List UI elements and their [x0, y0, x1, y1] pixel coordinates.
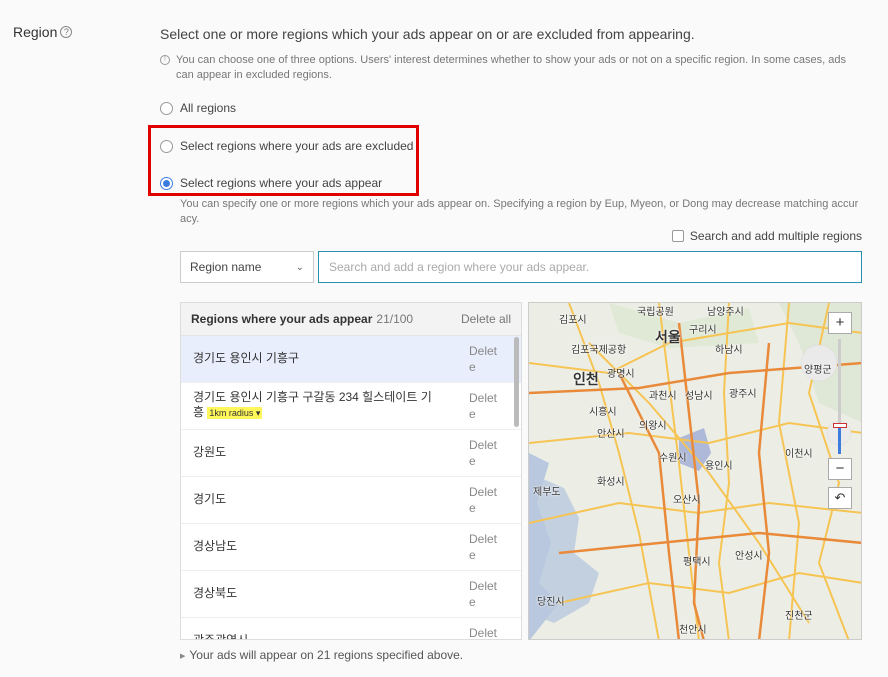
delete-button[interactable]: Delete [469, 336, 499, 382]
footer-text: Your ads will appear on 21 regions speci… [189, 648, 464, 662]
region-name: 경기도 [193, 492, 227, 506]
region-row[interactable]: 강원도 Delete [181, 430, 521, 477]
list-title: Regions where your ads appear 21/100 [191, 312, 414, 326]
chevron-down-icon: ⌄ [295, 261, 304, 273]
delete-button[interactable]: Delete [469, 524, 499, 570]
footer-note: ▶ Your ads will appear on 21 regions spec… [180, 648, 463, 662]
radius-dropdown[interactable]: 1km radius ▾ [207, 407, 263, 419]
list-scrollbar[interactable] [514, 337, 519, 427]
appear-info-text: You can specify one or more regions whic… [180, 198, 859, 225]
map-label: 오산시 [673, 495, 701, 506]
region-name: 경기도 용인시 기흥구 구갈동 234 힐스테이트 기흥 1km radius … [193, 390, 432, 419]
region-label-text: Region [13, 24, 58, 40]
region-info: ! You can choose one of three options. U… [160, 53, 860, 83]
delete-button[interactable]: Delete [469, 477, 499, 523]
region-field-label: Region ? [13, 24, 73, 40]
map-label-seoul: 서울 [655, 329, 681, 345]
region-row[interactable]: 경기도 용인시 기흥구 구갈동 234 힐스테이트 기흥 1km radius … [181, 383, 521, 430]
delete-all-button[interactable]: Delete all [461, 312, 511, 326]
select-value: Region name [190, 260, 262, 274]
map-label: 구리시 [689, 325, 717, 336]
map-label: 광주시 [729, 389, 757, 400]
map-label: 화성시 [597, 477, 625, 488]
map-label: 김포시 [559, 315, 587, 326]
map-label: 김포국제공항 [571, 345, 627, 356]
list-count: 21/100 [376, 312, 414, 326]
delete-button[interactable]: Delete [469, 430, 499, 476]
region-headline: Select one or more regions which your ad… [160, 26, 695, 42]
map-label: 천안시 [679, 625, 707, 636]
map-label: 남양주시 [707, 307, 744, 318]
map-label: 시흥시 [589, 407, 617, 418]
map-label: 성남시 [685, 391, 713, 402]
region-row[interactable]: 경기도 용인시 기흥구 Delete [181, 336, 521, 383]
map-label-incheon: 인천 [573, 371, 599, 387]
map-label: 용인시 [705, 461, 733, 472]
map-label: 당진시 [537, 597, 565, 608]
map-label: 수원시 [659, 453, 687, 464]
delete-button[interactable]: Delete [469, 571, 499, 617]
checkbox-icon[interactable] [671, 230, 684, 242]
region-name: 강원도 [193, 445, 227, 459]
region-map[interactable]: 국립공원 김포시 남양주시 서울 구리시 김포국제공항 하남시 양평군 인천 광… [528, 302, 862, 640]
radio-all-regions[interactable]: All regions [160, 101, 236, 115]
region-name: 경상남도 [193, 539, 238, 553]
map-label: 제부도 [533, 487, 561, 498]
map-label: 평택시 [683, 557, 711, 568]
region-search-input[interactable] [318, 251, 862, 283]
region-name: 광주광역시 [193, 633, 249, 640]
delete-button[interactable]: Delete [469, 618, 499, 639]
map-label: 안산시 [597, 429, 625, 440]
region-type-select[interactable]: Region name ⌄ [180, 251, 314, 283]
map-label: 진천군 [785, 611, 813, 622]
map-zoom-control: + − [828, 312, 852, 482]
region-row[interactable]: 경상남도 Delete [181, 524, 521, 571]
region-name: 경상북도 [193, 586, 238, 600]
region-row[interactable]: 경기도 Delete [181, 477, 521, 524]
map-label: 광명시 [607, 369, 635, 380]
region-row[interactable]: 광주광역시 Delete [181, 618, 521, 640]
multi-region-checkbox[interactable]: Search and add multiple regions [671, 229, 862, 243]
selected-regions-list: Regions where your ads appear 21/100 Dele… [180, 302, 522, 640]
zoom-slider-handle[interactable] [833, 423, 847, 428]
highlight-annotation-box [148, 125, 419, 196]
map-label: 안성시 [735, 551, 763, 562]
radio-circle-icon[interactable] [160, 101, 173, 115]
map-label: 국립공원 [637, 307, 674, 318]
region-name: 경기도 용인시 기흥구 [193, 351, 300, 365]
zoom-out-button[interactable]: − [828, 458, 852, 480]
checkbox-label: Search and add multiple regions [689, 229, 862, 243]
list-header: Regions where your ads appear 21/100 Dele… [181, 303, 521, 336]
map-reset-icon[interactable]: ↶ [828, 487, 852, 509]
map-label: 의왕시 [639, 421, 667, 432]
region-info-text: You can choose one of three options. Use… [176, 54, 847, 81]
map-label: 이천시 [785, 449, 813, 460]
zoom-level-fill [838, 427, 841, 454]
help-icon[interactable]: ? [60, 26, 73, 38]
info-icon: ! [160, 55, 170, 65]
triangle-right-icon: ▶ [180, 653, 186, 660]
region-row[interactable]: 경상북도 Delete [181, 571, 521, 618]
radio-label: All regions [180, 101, 237, 115]
map-label: 과천시 [649, 391, 677, 402]
zoom-in-button[interactable]: + [828, 312, 852, 334]
map-label: 하남시 [715, 345, 743, 356]
delete-button[interactable]: Delete [469, 383, 499, 429]
